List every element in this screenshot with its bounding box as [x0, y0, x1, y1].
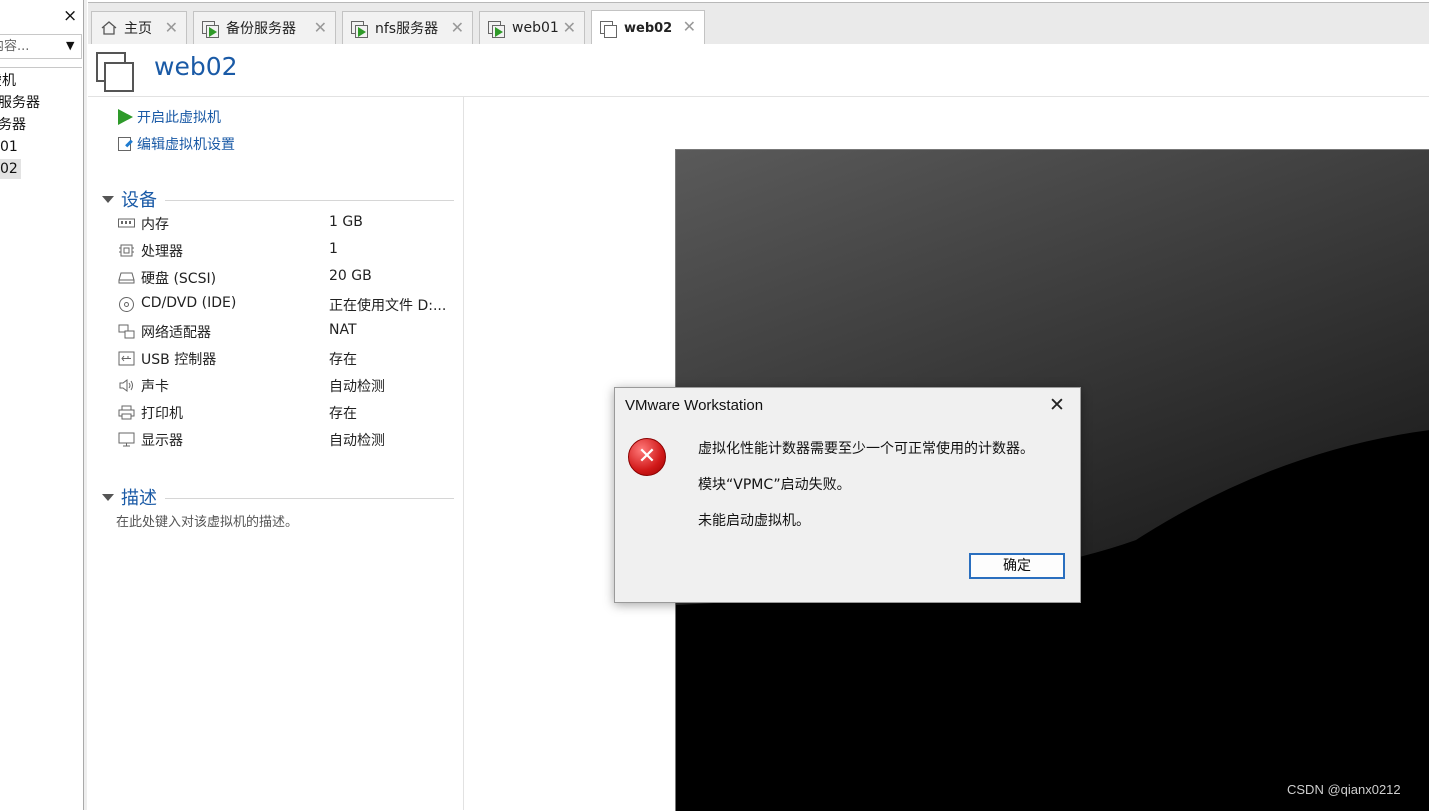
- vm-header: web02: [88, 44, 1429, 97]
- device-value: 1: [329, 241, 338, 257]
- description-field[interactable]: 在此处键入对该虚拟机的描述。: [116, 511, 298, 530]
- error-dialog: VMware Workstation ✕ ✕ 虚拟化性能计数器需要至少一个可正常…: [614, 387, 1081, 603]
- divider: [165, 200, 454, 201]
- tab-close-icon[interactable]: ✕: [563, 18, 576, 37]
- device-name: 内存: [141, 217, 169, 233]
- library-pane: × ▼ 虚机 服务器 务器 01 02: [0, 0, 84, 810]
- collapse-icon[interactable]: [102, 493, 114, 501]
- device-name: USB 控制器: [141, 352, 217, 368]
- library-search-input[interactable]: [0, 37, 66, 56]
- device-name: 显示器: [141, 433, 183, 449]
- device-row-sound-card[interactable]: 声卡 自动检测: [118, 375, 448, 397]
- tree-item-web02[interactable]: 02: [0, 159, 21, 179]
- device-value: 正在使用文件 D:...: [329, 298, 447, 314]
- device-value: 存在: [329, 406, 357, 422]
- splitter[interactable]: [84, 0, 87, 810]
- library-tree: 虚机 服务器 务器 01 02: [0, 67, 82, 811]
- dialog-close-button[interactable]: ✕: [1049, 394, 1065, 416]
- power-on-button[interactable]: 开启此虚拟机: [118, 107, 221, 127]
- chevron-down-icon[interactable]: ▼: [66, 39, 74, 52]
- tree-item-web01[interactable]: 01: [0, 137, 18, 157]
- tab-label: 主页: [124, 21, 152, 37]
- device-name: 声卡: [141, 379, 169, 395]
- device-row-memory[interactable]: 内存 1 GB: [118, 213, 448, 235]
- hard-disk-icon: [118, 270, 135, 285]
- speaker-icon: [118, 378, 135, 393]
- tree-item-nfs-server[interactable]: 务器: [0, 115, 26, 135]
- tab-close-icon[interactable]: ✕: [314, 18, 327, 37]
- watermark: CSDN @qianx0212: [1287, 782, 1401, 797]
- vm-running-icon: [202, 19, 220, 38]
- tree-item-my-computer[interactable]: 虚机: [0, 71, 16, 91]
- tab-web02[interactable]: web02 ✕: [591, 10, 705, 45]
- vm-details-panel: 开启此虚拟机 编辑虚拟机设置 设备 内存 1 GB 处理器 1 硬盘 (SCSI…: [88, 97, 464, 810]
- tab-label: 备份服务器: [226, 21, 296, 37]
- play-icon: [118, 109, 133, 125]
- device-value: 存在: [329, 352, 357, 368]
- device-value: 1 GB: [329, 214, 363, 230]
- dialog-title: VMware Workstation: [625, 397, 764, 414]
- tab-home[interactable]: 主页 ✕: [91, 11, 187, 44]
- page-title: web02: [154, 52, 238, 81]
- error-icon: ✕: [628, 438, 666, 476]
- vm-running-icon: [351, 19, 369, 38]
- ok-button[interactable]: 确定: [969, 553, 1065, 579]
- tab-backup-server[interactable]: 备份服务器 ✕: [193, 11, 336, 44]
- description-section-header[interactable]: 描述: [102, 484, 454, 510]
- device-row-display[interactable]: 显示器 自动检测: [118, 429, 448, 451]
- memory-icon: [118, 216, 135, 231]
- library-close-button[interactable]: ×: [63, 6, 77, 26]
- printer-icon: [118, 405, 135, 420]
- device-row-network-adapter[interactable]: 网络适配器 NAT: [118, 321, 448, 343]
- divider: [165, 498, 454, 499]
- device-value: 自动检测: [329, 379, 385, 395]
- description-section-title: 描述: [121, 488, 157, 509]
- tab-strip: 主页 ✕ 备份服务器 ✕ nfs服务器 ✕ web01 ✕ web02 ✕: [88, 2, 1429, 45]
- device-row-hard-disk[interactable]: 硬盘 (SCSI) 20 GB: [118, 267, 448, 289]
- device-row-usb[interactable]: USB 控制器 存在: [118, 348, 448, 370]
- tab-label: web02: [624, 20, 673, 36]
- device-value: NAT: [329, 322, 357, 338]
- device-name: 处理器: [141, 244, 183, 260]
- tab-close-icon[interactable]: ✕: [451, 18, 464, 37]
- devices-section-title: 设备: [121, 190, 157, 211]
- home-icon: [100, 19, 118, 37]
- tab-close-icon[interactable]: ✕: [683, 17, 696, 36]
- tab-close-icon[interactable]: ✕: [165, 18, 178, 37]
- network-adapter-icon: [118, 324, 135, 339]
- dialog-message-3: 未能启动虚拟机。: [698, 513, 810, 529]
- device-row-printer[interactable]: 打印机 存在: [118, 402, 448, 424]
- power-on-label: 开启此虚拟机: [137, 110, 221, 126]
- edit-settings-icon: [118, 136, 133, 152]
- monitor-icon: [118, 432, 135, 447]
- edit-settings-label: 编辑虚拟机设置: [137, 137, 235, 153]
- cd-dvd-icon: [118, 297, 135, 312]
- dialog-message-2: 模块“VPMC”启动失败。: [698, 477, 851, 493]
- devices-section-header[interactable]: 设备: [102, 186, 454, 212]
- edit-settings-button[interactable]: 编辑虚拟机设置: [118, 134, 235, 154]
- tab-web01[interactable]: web01 ✕: [479, 11, 585, 44]
- device-value: 自动检测: [329, 433, 385, 449]
- tab-label: nfs服务器: [375, 21, 439, 37]
- collapse-icon[interactable]: [102, 195, 114, 203]
- tab-nfs-server[interactable]: nfs服务器 ✕: [342, 11, 473, 44]
- device-row-cd-dvd[interactable]: CD/DVD (IDE) 正在使用文件 D:...: [118, 294, 448, 316]
- device-name: 网络适配器: [141, 325, 211, 341]
- device-name: CD/DVD (IDE): [141, 295, 237, 311]
- usb-icon: [118, 351, 135, 366]
- device-name: 硬盘 (SCSI): [141, 271, 217, 287]
- tree-item-backup-server[interactable]: 服务器: [0, 93, 40, 113]
- tab-label: web01: [512, 20, 559, 36]
- library-search-box[interactable]: ▼: [0, 34, 82, 59]
- device-name: 打印机: [141, 406, 183, 422]
- vm-icon: [600, 19, 618, 38]
- device-value: 20 GB: [329, 268, 372, 284]
- vm-running-icon: [488, 19, 506, 38]
- vm-icon: [96, 52, 134, 92]
- dialog-message-1: 虚拟化性能计数器需要至少一个可正常使用的计数器。: [698, 441, 1034, 457]
- processor-icon: [118, 243, 135, 258]
- device-row-processor[interactable]: 处理器 1: [118, 240, 448, 262]
